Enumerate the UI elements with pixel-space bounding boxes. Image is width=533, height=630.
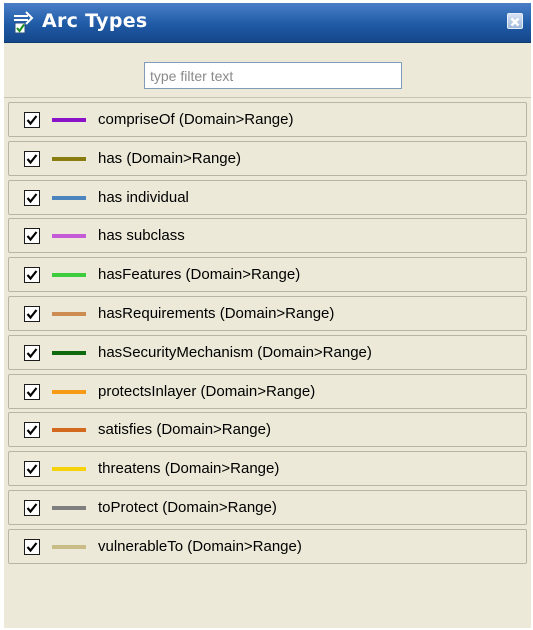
checkmark-icon <box>26 231 38 242</box>
arc-color-swatch <box>52 428 86 433</box>
arc-type-list: compriseOf (Domain>Range) has (Domain>Ra… <box>8 102 527 568</box>
arc-type-checkbox[interactable] <box>24 538 40 555</box>
arc-type-checkbox[interactable] <box>24 267 40 284</box>
arc-type-row[interactable]: hasRequirements (Domain>Range) <box>8 295 527 331</box>
checkmark-icon <box>26 348 38 359</box>
arc-type-row[interactable]: satisfies (Domain>Range) <box>8 412 527 448</box>
panel-title: Arc Types <box>42 10 148 32</box>
arc-color-swatch <box>52 350 86 355</box>
arc-type-row[interactable]: compriseOf (Domain>Range) <box>8 102 527 137</box>
arc-type-checkbox[interactable] <box>24 112 40 128</box>
arc-type-label: vulnerableTo (Domain>Range) <box>98 537 302 555</box>
checkmark-icon <box>26 192 38 203</box>
arc-color-swatch <box>52 156 86 161</box>
arc-type-checkbox[interactable] <box>24 228 40 245</box>
checkmark-icon <box>26 115 38 126</box>
arc-type-label: threatens (Domain>Range) <box>98 460 280 478</box>
arc-color-swatch <box>52 273 86 278</box>
arc-type-label: hasRequirements (Domain>Range) <box>98 304 335 322</box>
arc-type-row[interactable]: has individual <box>8 179 527 215</box>
arc-color-swatch <box>52 234 86 239</box>
arc-type-checkbox[interactable] <box>24 383 40 400</box>
close-icon <box>510 17 520 27</box>
filter-bar <box>4 43 531 98</box>
checkmark-icon <box>26 425 38 436</box>
arc-type-row[interactable]: vulnerableTo (Domain>Range) <box>8 528 527 564</box>
checkmark-icon <box>26 270 38 281</box>
arc-type-checkbox[interactable] <box>24 344 40 361</box>
arc-type-checkbox[interactable] <box>24 422 40 439</box>
arc-type-row[interactable]: hasSecurityMechanism (Domain>Range) <box>8 334 527 370</box>
arc-type-label: hasFeatures (Domain>Range) <box>98 266 301 284</box>
arc-type-label: satisfies (Domain>Range) <box>98 421 271 439</box>
arc-type-label: protectsInlayer (Domain>Range) <box>98 382 316 400</box>
checkmark-icon <box>26 309 38 320</box>
arc-type-row[interactable]: has subclass <box>8 218 527 254</box>
arc-type-row[interactable]: toProtect (Domain>Range) <box>8 489 527 525</box>
arc-color-swatch <box>52 118 86 122</box>
arc-type-row[interactable]: has (Domain>Range) <box>8 140 527 176</box>
arc-type-checkbox[interactable] <box>24 461 40 478</box>
arc-types-panel: Arc Types compriseOf (Domain>Range) has … <box>4 3 531 628</box>
close-button[interactable] <box>507 13 523 29</box>
arc-type-checkbox[interactable] <box>24 189 40 206</box>
arc-type-label: compriseOf (Domain>Range) <box>98 111 294 128</box>
checkmark-icon <box>26 542 38 552</box>
checkmark-icon <box>26 154 38 165</box>
filter-input[interactable] <box>144 62 402 89</box>
arc-type-row[interactable]: threatens (Domain>Range) <box>8 451 527 487</box>
arc-color-swatch <box>52 195 86 200</box>
arc-color-swatch <box>52 505 86 510</box>
arc-color-swatch <box>52 467 86 472</box>
arc-type-label: hasSecurityMechanism (Domain>Range) <box>98 343 372 361</box>
checkmark-icon <box>26 386 38 397</box>
arc-type-checkbox[interactable] <box>24 150 40 167</box>
arc-color-swatch <box>52 311 86 316</box>
arc-color-swatch <box>52 389 86 394</box>
arc-type-checkbox[interactable] <box>24 499 40 516</box>
arc-type-label: has individual <box>98 188 189 206</box>
arc-type-checkbox[interactable] <box>24 305 40 322</box>
arc-type-row[interactable]: hasFeatures (Domain>Range) <box>8 257 527 293</box>
panel-titlebar: Arc Types <box>4 3 531 43</box>
checkmark-icon <box>26 464 38 475</box>
arc-type-label: has subclass <box>98 227 185 245</box>
arc-type-label: has (Domain>Range) <box>98 149 241 167</box>
arc-type-label: toProtect (Domain>Range) <box>98 498 277 516</box>
arc-type-row[interactable]: protectsInlayer (Domain>Range) <box>8 373 527 409</box>
arc-color-swatch <box>52 544 86 549</box>
arc-types-icon <box>12 10 34 34</box>
checkmark-icon <box>26 503 38 514</box>
